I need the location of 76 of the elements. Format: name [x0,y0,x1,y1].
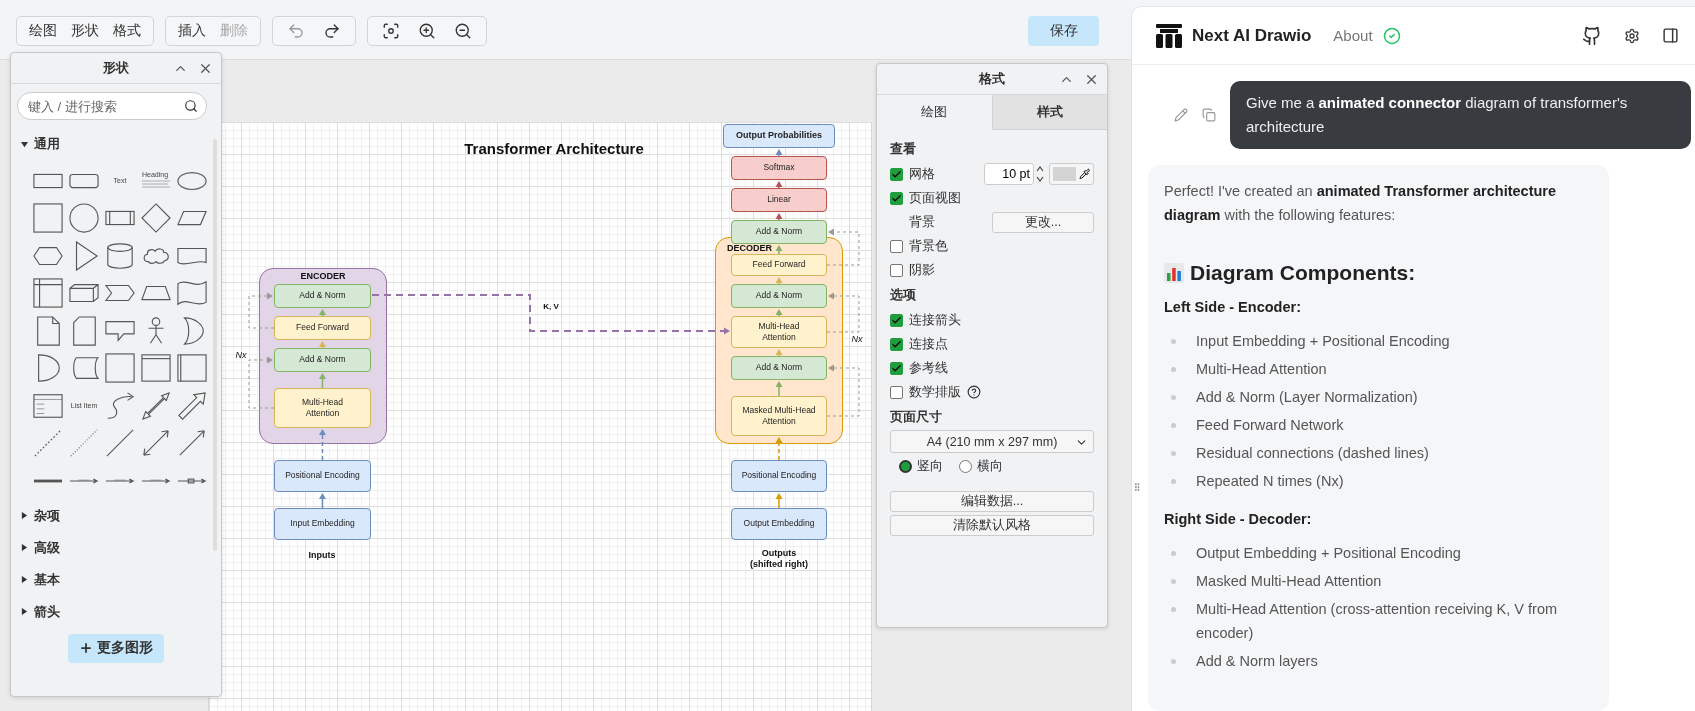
list-item: Add & Norm (Layer Normalization) [1196,388,1419,407]
diagram-node: Add & Norm [731,220,827,244]
block-label: DECODER [727,244,772,253]
diagram-node: Input Embedding [274,508,371,540]
radio-label: 横向 [977,457,1003,475]
change-button[interactable]: 更改... [992,211,1094,233]
section-heading: 查看 [890,140,917,158]
section-header[interactable]: 基本 [11,563,221,596]
about-link[interactable]: About [1333,27,1373,44]
checkbox-label: 页面视图 [909,189,961,207]
diagram-node: Output Embedding [731,508,827,540]
caption-label: Inputs [307,550,337,562]
menu-button[interactable]: 形状 [65,18,105,44]
list-item: Masked Multi-Head Attention [1196,572,1383,591]
grid-size-field[interactable]: 10 pt [984,163,1034,185]
search-field[interactable]: 键入 / 进行搜索 [17,92,207,120]
repeat-label: Nx [850,334,864,346]
diagram-node: Multi-Head Attention [731,316,827,348]
more-shapes-button[interactable]: 更多图形 [68,633,164,663]
edge-label: K, V [542,302,560,312]
diagram-node: Feed Forward [731,254,827,276]
panel-button[interactable]: 编辑数据... [890,491,1094,512]
section-heading: 选项 [890,286,917,304]
checkbox-label: 参考线 [909,359,948,377]
checkbox-label: 背景色 [909,237,948,255]
diagram-node: Output Probabilities [723,124,835,148]
section-heading: 页面尺寸 [890,408,943,426]
checkbox-label: 连接箭头 [909,311,961,329]
checkbox-label: 连接点 [909,335,948,353]
list-item: Output Embedding + Positional Encoding [1196,544,1462,563]
section-header[interactable]: 箭头 [11,595,221,628]
menu-button[interactable]: 绘图 [23,18,63,44]
diagram-node: Add & Norm [274,284,371,308]
checkbox-label: 阴影 [909,261,935,279]
section-header[interactable]: 高级 [11,531,221,564]
diagram-node: Multi-Head Attention [274,388,371,428]
list-item: Multi-Head Attention (cross-attention receiving K, V from encoder) [1196,600,1559,643]
diagram-title: Transformer Architecture [463,140,645,159]
section-header[interactable]: 杂项 [11,499,221,532]
section-heading: Diagram Components: [1190,261,1416,285]
panel-button[interactable]: 清除默认风格 [890,515,1094,536]
save-button[interactable]: 保存 [1028,16,1099,46]
user-message: Give me a animated connector diagram of transformer's architecture [1230,81,1691,149]
app-title: Next AI Drawio [1192,25,1312,46]
diagram-node: Add & Norm [274,348,371,372]
diagram-node: Softmax [731,156,827,180]
list-item: Repeated N times (Nx) [1196,472,1345,491]
list-item: Multi-Head Attention [1196,360,1328,379]
subheading: Right Side - Decoder: [1164,511,1313,527]
block-label: ENCODER [299,272,347,281]
menu-button[interactable]: 格式 [107,18,147,44]
diagram-node: Positional Encoding [731,460,827,492]
diagram-node: Feed Forward [274,316,371,340]
list-item: Input Embedding + Positional Encoding [1196,332,1451,351]
subheading: Left Side - Encoder: [1164,299,1302,315]
diagram-node: Masked Multi-Head Attention [731,396,827,436]
diagram-node: Add & Norm [731,284,827,308]
list-item: Feed Forward Network [1196,416,1345,435]
message-paragraph: Perfect! I've created an animated Transformer architecture diagram with the following features: [1164,182,1558,225]
diagram-node: Linear [731,188,827,212]
panel-tab[interactable]: 样式 [991,95,1107,130]
list-item: Add & Norm layers [1196,652,1319,671]
radio-label: 竖向 [917,457,943,475]
diagram-node: Positional Encoding [274,460,371,492]
repeat-label: Nx [234,350,248,362]
menu-button[interactable]: 插入 [172,18,212,44]
list-item: Residual connections (dashed lines) [1196,444,1430,463]
page-size-select[interactable]: A4 (210 mm x 297 mm) [890,430,1094,453]
section-header[interactable]: 通用 [11,128,221,160]
diagram-node: Add & Norm [731,356,827,380]
panel-title: 格式 [979,70,1005,88]
field-label: 背景 [909,213,935,231]
checkbox-label: 网格 [909,165,935,183]
checkbox-label: 数学排版 [909,383,961,401]
caption-label: Outputs (shifted right) [749,548,809,571]
panel-title: 形状 [103,59,129,77]
